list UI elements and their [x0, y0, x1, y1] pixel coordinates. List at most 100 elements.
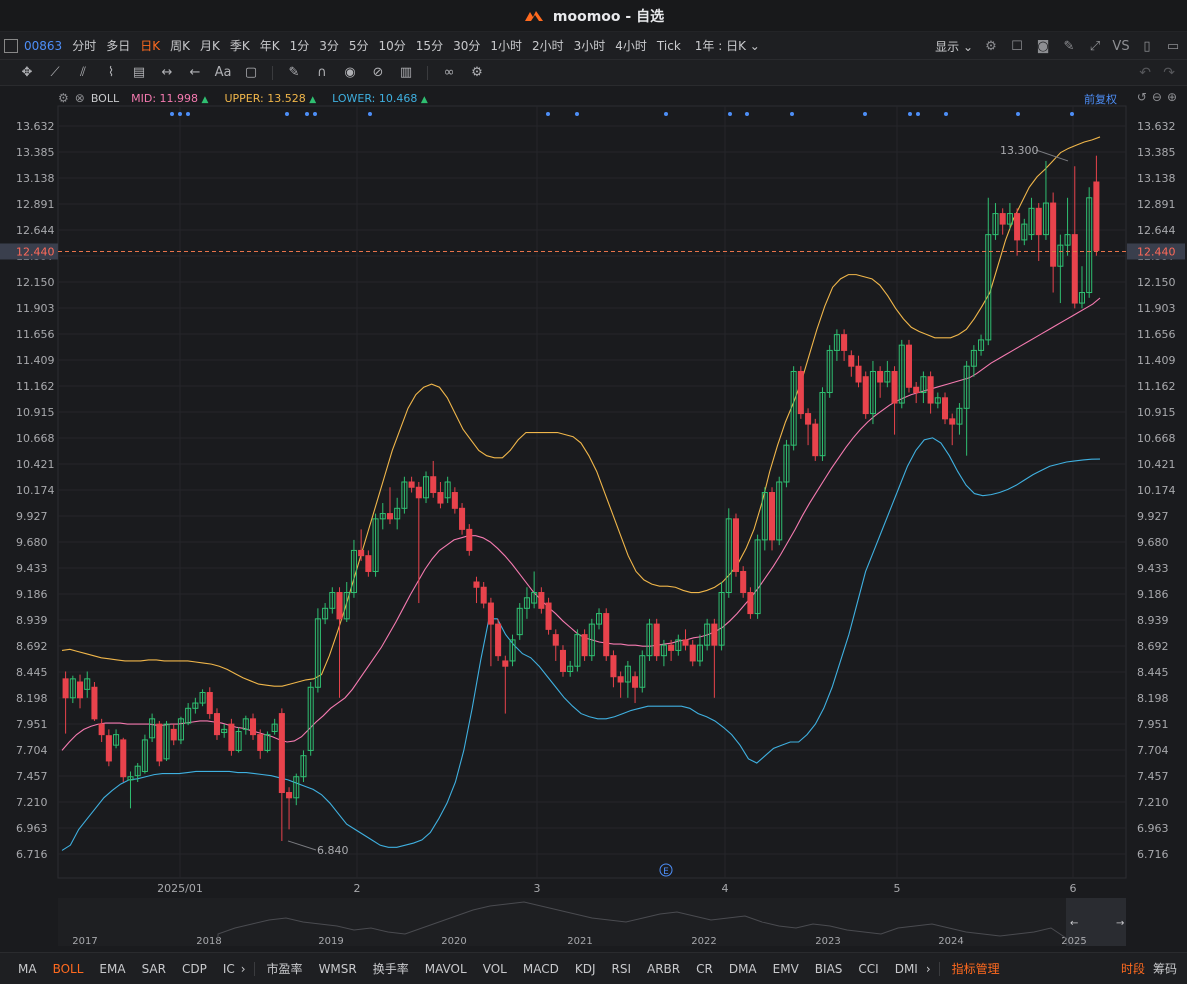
period-10min[interactable]: 10分: [379, 37, 406, 54]
period-3min[interactable]: 3分: [319, 37, 339, 54]
title-bar: moomoo - 自选: [0, 0, 1187, 32]
ind-wmsr[interactable]: WMSR: [319, 962, 357, 976]
period-month-k[interactable]: 月K: [200, 37, 220, 54]
ind-kdj[interactable]: KDJ: [575, 962, 596, 976]
display-dropdown[interactable]: 显示 ⌄: [935, 38, 973, 55]
ind-ic[interactable]: IC: [223, 962, 235, 976]
stock-code[interactable]: 00863: [24, 39, 62, 53]
price-tick-right: 13.138: [1137, 172, 1176, 185]
indicator-manage-button[interactable]: 指标管理: [952, 960, 1000, 977]
high-annotation: 13.300: [1000, 144, 1039, 157]
redo-icon[interactable]: ↷: [1163, 65, 1175, 81]
settings-icon[interactable]: ⚙: [466, 65, 488, 80]
fullscreen-icon[interactable]: ⤢: [1087, 38, 1103, 54]
fib-icon[interactable]: ▤: [128, 65, 150, 80]
channel-icon[interactable]: ⫽: [72, 65, 94, 80]
sidebar-toggle-icon[interactable]: [4, 38, 18, 53]
period-1h[interactable]: 1小时: [490, 37, 522, 54]
period-2h[interactable]: 2小时: [532, 37, 564, 54]
ind-cci[interactable]: CCI: [858, 962, 878, 976]
crosshair-icon[interactable]: ✥: [16, 65, 38, 80]
price-tick-right: 8.692: [1137, 640, 1169, 653]
ind-ema[interactable]: EMA: [99, 962, 125, 976]
book-icon[interactable]: ▯: [1139, 38, 1155, 54]
ind-emv[interactable]: EMV: [773, 962, 799, 976]
nav-year-label: 2024: [938, 936, 963, 946]
period-fenshi[interactable]: 分时: [72, 37, 96, 54]
arrow-icon[interactable]: ←: [184, 65, 206, 80]
time-navigator[interactable]: 2017 2018 2019 2020 2021 2022 2023 2024 2025 ← →: [58, 898, 1126, 947]
ind-rsi[interactable]: RSI: [611, 962, 631, 976]
period-4h[interactable]: 4小时: [615, 37, 647, 54]
pen-icon[interactable]: ✎: [283, 65, 305, 80]
ind-dma[interactable]: DMA: [729, 962, 757, 976]
period-30min[interactable]: 30分: [453, 37, 480, 54]
color-square-icon[interactable]: ☐: [1009, 38, 1025, 54]
ind-ma[interactable]: MA: [18, 962, 37, 976]
ind-vol[interactable]: VOL: [483, 962, 507, 976]
bar-divider: [253, 961, 255, 976]
text-icon[interactable]: Aa: [212, 65, 234, 80]
chevron-right-icon[interactable]: ›: [241, 962, 246, 976]
chip-distribution-button[interactable]: 筹码: [1153, 960, 1177, 977]
undo-icon[interactable]: ↶: [1139, 65, 1151, 81]
event-dot: [178, 112, 182, 116]
ind-dmi[interactable]: DMI: [895, 962, 918, 976]
hide-icon[interactable]: ⊘: [367, 65, 389, 80]
ind-boll[interactable]: BOLL: [53, 962, 84, 976]
period-tick[interactable]: Tick: [657, 39, 681, 53]
candle-body: [502, 660, 509, 667]
measure-icon[interactable]: ↔: [156, 65, 178, 80]
ind-bias[interactable]: BIAS: [815, 962, 843, 976]
ind-macd[interactable]: MACD: [523, 962, 559, 976]
magnet-icon[interactable]: ∩: [311, 65, 333, 80]
link-icon[interactable]: ∞: [438, 65, 460, 80]
session-button[interactable]: 时段: [1121, 960, 1145, 977]
ind-turnover[interactable]: 换手率: [373, 960, 409, 977]
candle-body: [480, 586, 487, 604]
ind-cdp[interactable]: CDP: [182, 962, 207, 976]
chevron-right-icon[interactable]: ›: [926, 962, 931, 976]
ind-arbr[interactable]: ARBR: [647, 962, 680, 976]
window-icon[interactable]: ▭: [1165, 38, 1181, 54]
time-tick: 3: [534, 882, 541, 895]
period-duori[interactable]: 多日: [106, 37, 130, 54]
period-day-k[interactable]: 日K: [140, 37, 160, 54]
candle-body: [552, 634, 559, 646]
period-3h[interactable]: 3小时: [574, 37, 606, 54]
line-icon[interactable]: ⟋: [44, 65, 66, 80]
period-quarter-k[interactable]: 季K: [230, 37, 250, 54]
period-15min[interactable]: 15分: [416, 37, 443, 54]
ind-mavol[interactable]: MAVOL: [425, 962, 467, 976]
price-tick-left: 10.915: [16, 406, 55, 419]
candle-body: [913, 386, 920, 394]
note-icon[interactable]: ▢: [240, 65, 262, 80]
price-tick-right: 11.162: [1137, 380, 1176, 393]
event-dot: [368, 112, 372, 116]
price-tick-right: 9.433: [1137, 562, 1169, 575]
eye-icon[interactable]: ◉: [339, 65, 361, 80]
candle-body: [1014, 213, 1021, 241]
settings-icon[interactable]: ⚙: [983, 38, 999, 54]
candlestick-chart[interactable]: 13.632 13.632 13.385 13.385 13.138 13.138 12.8…: [0, 86, 1187, 896]
chart-area[interactable]: ⚙ ⊗ BOLL MID: 11.998 ▲ UPPER: 13.528 ▲ L…: [0, 86, 1187, 896]
candle-body: [98, 723, 105, 736]
candle-body: [949, 418, 956, 425]
candle-body: [1035, 207, 1042, 236]
ind-pe[interactable]: 市盈率: [267, 960, 303, 977]
camera-icon[interactable]: ◙: [1035, 38, 1051, 54]
trash-icon[interactable]: ▥: [395, 65, 417, 80]
candle-body: [437, 492, 444, 504]
ind-sar[interactable]: SAR: [142, 962, 166, 976]
compare-button[interactable]: VS: [1112, 38, 1129, 54]
bar-divider: [938, 961, 940, 976]
wave-icon[interactable]: ⌇: [100, 65, 122, 80]
period-year-k[interactable]: 年K: [260, 37, 280, 54]
ind-cr[interactable]: CR: [696, 962, 713, 976]
range-selector[interactable]: 1年 : 日K ⌄: [695, 37, 760, 54]
pen-icon[interactable]: ✎: [1061, 38, 1077, 54]
period-5min[interactable]: 5分: [349, 37, 369, 54]
candle-body: [682, 639, 689, 646]
period-1min[interactable]: 1分: [290, 37, 310, 54]
period-week-k[interactable]: 周K: [170, 37, 190, 54]
